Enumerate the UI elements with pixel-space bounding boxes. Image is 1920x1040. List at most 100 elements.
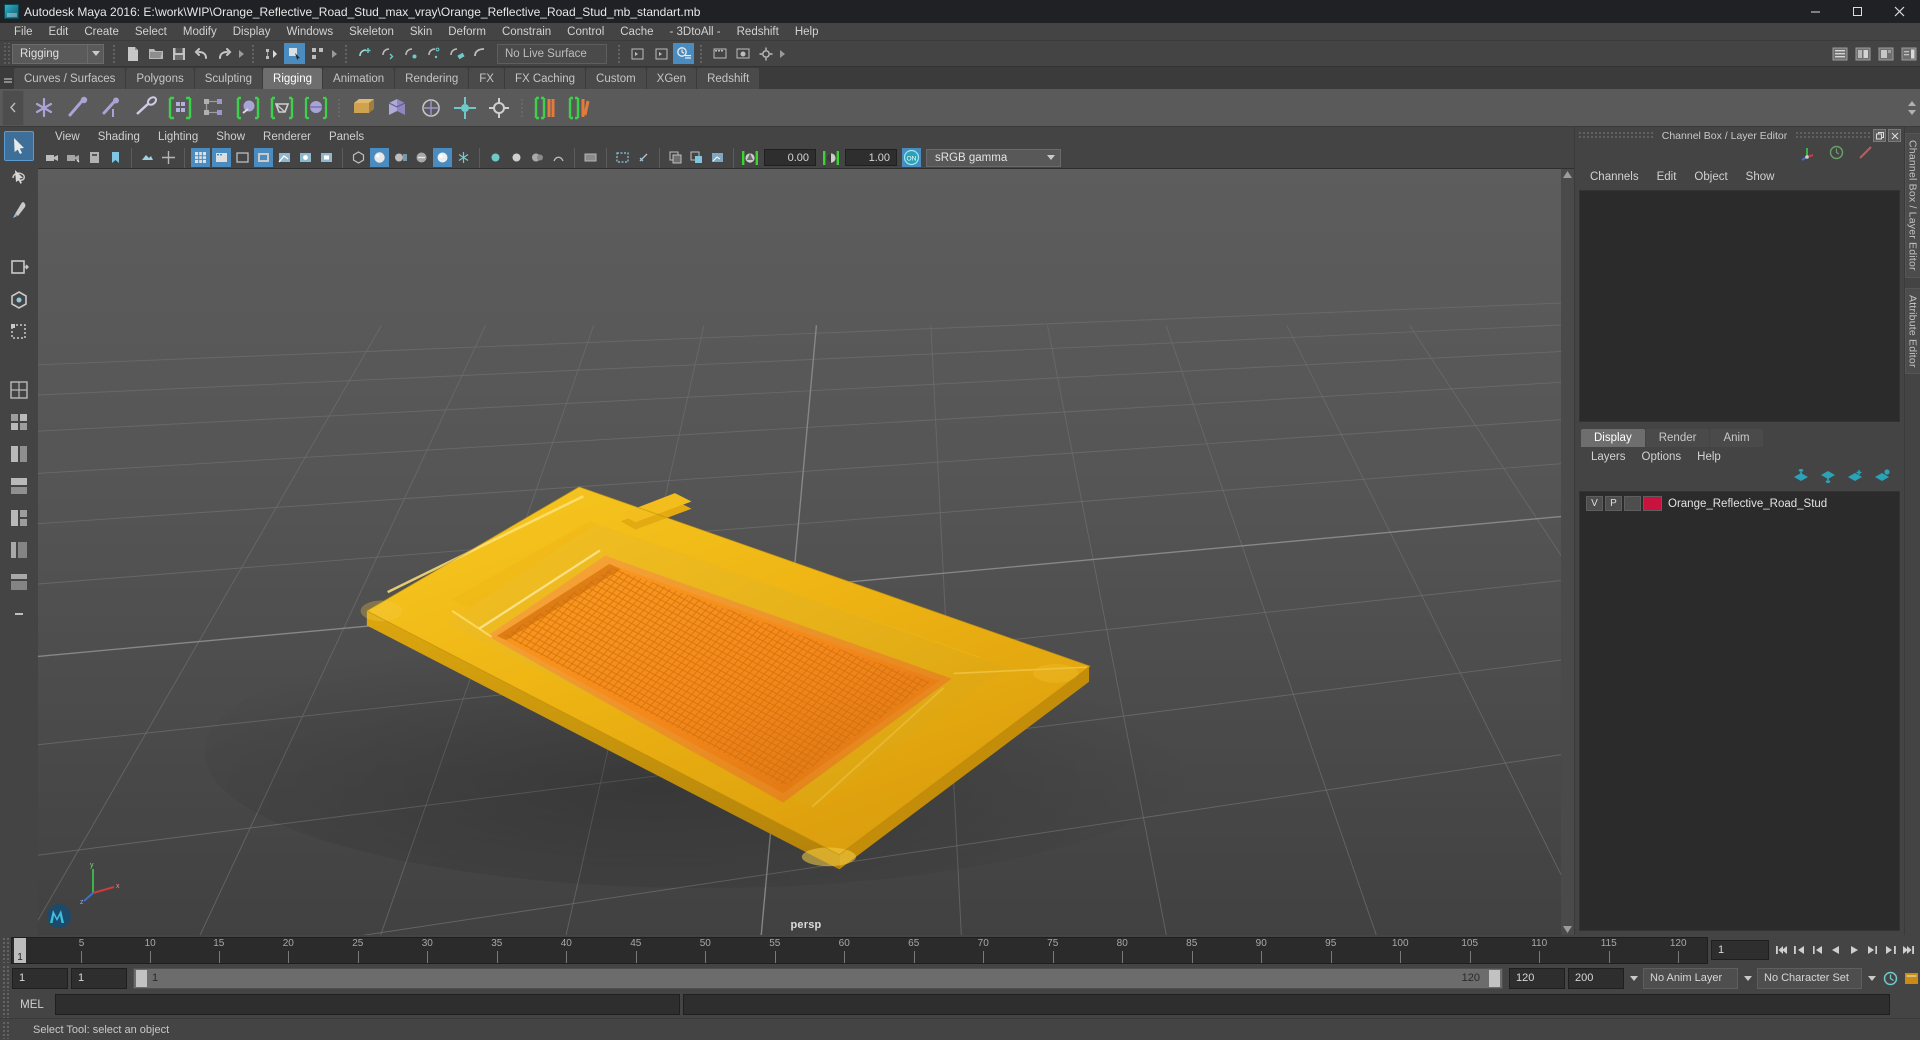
manipulator-icon[interactable]: [634, 148, 653, 167]
playback-options-chevron-icon[interactable]: [1627, 968, 1640, 989]
viewport-menu-panels[interactable]: Panels: [320, 131, 373, 143]
isolate-select-icon[interactable]: [581, 148, 600, 167]
step-forward-key-icon[interactable]: [1863, 940, 1881, 960]
construction-history-icon[interactable]: [673, 43, 694, 64]
toolbar-expand-arrow-3[interactable]: [777, 43, 788, 64]
snap-to-curve-icon[interactable]: [377, 43, 398, 64]
depth-of-field-icon[interactable]: [549, 148, 568, 167]
color-management-selector[interactable]: sRGB gamma: [926, 148, 1061, 167]
select-by-component-icon[interactable]: [307, 43, 328, 64]
step-back-key-icon[interactable]: [1809, 940, 1827, 960]
move-tool[interactable]: [4, 253, 34, 283]
clock-icon[interactable]: [1828, 144, 1845, 166]
xray-icon[interactable]: [275, 148, 294, 167]
layer-list[interactable]: V P Orange_Reflective_Road_Stud: [1579, 491, 1900, 931]
channel-box-list[interactable]: [1579, 190, 1900, 422]
menu-modify[interactable]: Modify: [175, 23, 225, 41]
parent-constraint-icon[interactable]: [449, 92, 481, 124]
play-forwards-icon[interactable]: [1845, 940, 1863, 960]
3d-viewport[interactable]: persp y x z: [38, 169, 1574, 935]
bookmark-icon[interactable]: [106, 148, 125, 167]
new-layer-icon[interactable]: [1847, 469, 1863, 488]
menu-skeleton[interactable]: Skeleton: [341, 23, 402, 41]
paint-skin-weights-icon[interactable]: [232, 92, 264, 124]
shelf-tab-redshift[interactable]: Redshift: [697, 68, 760, 89]
shelf-tab-xgen[interactable]: XGen: [646, 68, 697, 89]
undo-icon[interactable]: [191, 43, 212, 64]
animation-preferences-icon[interactable]: [1881, 968, 1899, 988]
make-live-icon[interactable]: [469, 43, 490, 64]
render-current-frame-icon[interactable]: [709, 43, 730, 64]
menu-redshift[interactable]: Redshift: [729, 23, 787, 41]
open-tool-settings-icon[interactable]: [1875, 43, 1896, 64]
layer-tab-anim[interactable]: Anim: [1710, 429, 1763, 447]
exposure-icon[interactable]: [740, 148, 759, 167]
show-manipulators-icon[interactable]: [1799, 144, 1816, 166]
gamma-value-field[interactable]: 1.00: [845, 149, 897, 166]
shelf-tab-sculpting[interactable]: Sculpting: [194, 68, 263, 89]
menu-deform[interactable]: Deform: [440, 23, 494, 41]
rotate-tool[interactable]: [4, 285, 34, 315]
snap-to-grid-icon[interactable]: [354, 43, 375, 64]
bind-skin-icon[interactable]: [164, 92, 196, 124]
create-joint-icon[interactable]: [28, 92, 60, 124]
open-attribute-editor-icon[interactable]: [1852, 43, 1873, 64]
single-perspective-icon[interactable]: [708, 148, 727, 167]
menu-display[interactable]: Display: [225, 23, 279, 41]
snap-to-view-plane-icon[interactable]: [446, 43, 467, 64]
layer-row[interactable]: V P Orange_Reflective_Road_Stud: [1580, 494, 1899, 513]
menu-edit[interactable]: Edit: [41, 23, 77, 41]
ambient-occlusion-icon[interactable]: [486, 148, 505, 167]
object-display-icon[interactable]: [613, 148, 632, 167]
help-line-grip[interactable]: [2, 1020, 9, 1039]
viewport-menu-show[interactable]: Show: [207, 131, 254, 143]
menu-select[interactable]: Select: [127, 23, 175, 41]
shadows-icon[interactable]: [454, 148, 473, 167]
statusbar-grip[interactable]: [2, 42, 10, 65]
character-set-chevron-icon[interactable]: [1865, 968, 1878, 989]
gate-mask-icon[interactable]: [254, 148, 273, 167]
new-scene-icon[interactable]: [122, 43, 143, 64]
anim-start-field[interactable]: 1: [12, 967, 68, 989]
gamma-icon[interactable]: [821, 148, 840, 167]
lock-camera-icon[interactable]: [64, 148, 83, 167]
toolbar-expand-arrow-1[interactable]: [236, 43, 247, 64]
menu-cache[interactable]: Cache: [612, 23, 661, 41]
menu-create[interactable]: Create: [76, 23, 127, 41]
go-to-start-icon[interactable]: [1773, 940, 1791, 960]
create-nonlinear-bend-icon[interactable]: [381, 92, 413, 124]
xray-joints-icon[interactable]: [296, 148, 315, 167]
create-ik-spline-handle-icon[interactable]: [96, 92, 128, 124]
two-d-pan-zoom-icon[interactable]: [159, 148, 178, 167]
two-pane-stacked-layout[interactable]: [4, 471, 34, 501]
create-cluster-icon[interactable]: [347, 92, 379, 124]
show-hide-editor-icon[interactable]: [627, 43, 648, 64]
hypergraph-layout[interactable]: [4, 567, 34, 597]
layer-menu-layers[interactable]: Layers: [1583, 451, 1634, 463]
hardware-texturing-icon[interactable]: [412, 148, 431, 167]
minimize-layout[interactable]: [4, 599, 34, 629]
edit-membership-icon[interactable]: [564, 92, 596, 124]
toolbar-expand-arrow-2[interactable]: [329, 43, 340, 64]
anim-end-field[interactable]: 200: [1568, 967, 1624, 989]
layer-color-swatch[interactable]: [1643, 496, 1662, 511]
viewport-scroll-arrows[interactable]: [1561, 169, 1574, 935]
paint-select-tool[interactable]: [4, 195, 34, 225]
snap-to-projected-center-icon[interactable]: [423, 43, 444, 64]
menu-control[interactable]: Control: [559, 23, 612, 41]
select-camera-icon[interactable]: [43, 148, 62, 167]
time-slider-grip[interactable]: [2, 937, 9, 963]
shelf-tab-curves-surfaces[interactable]: Curves / Surfaces: [14, 68, 126, 89]
move-layer-down-icon[interactable]: [1820, 469, 1836, 488]
resolution-gate-icon[interactable]: [233, 148, 252, 167]
viewport-menu-renderer[interactable]: Renderer: [254, 131, 320, 143]
flat-shade-icon[interactable]: [391, 148, 410, 167]
menu-file[interactable]: File: [6, 23, 41, 41]
ipr-render-icon[interactable]: [732, 43, 753, 64]
auto-keyframe-icon[interactable]: [1902, 968, 1920, 988]
open-scene-icon[interactable]: [145, 43, 166, 64]
select-by-hierarchy-icon[interactable]: [261, 43, 282, 64]
minimize-icon[interactable]: [1794, 0, 1836, 23]
command-output[interactable]: [683, 994, 1890, 1015]
range-handle-left[interactable]: [136, 969, 147, 987]
